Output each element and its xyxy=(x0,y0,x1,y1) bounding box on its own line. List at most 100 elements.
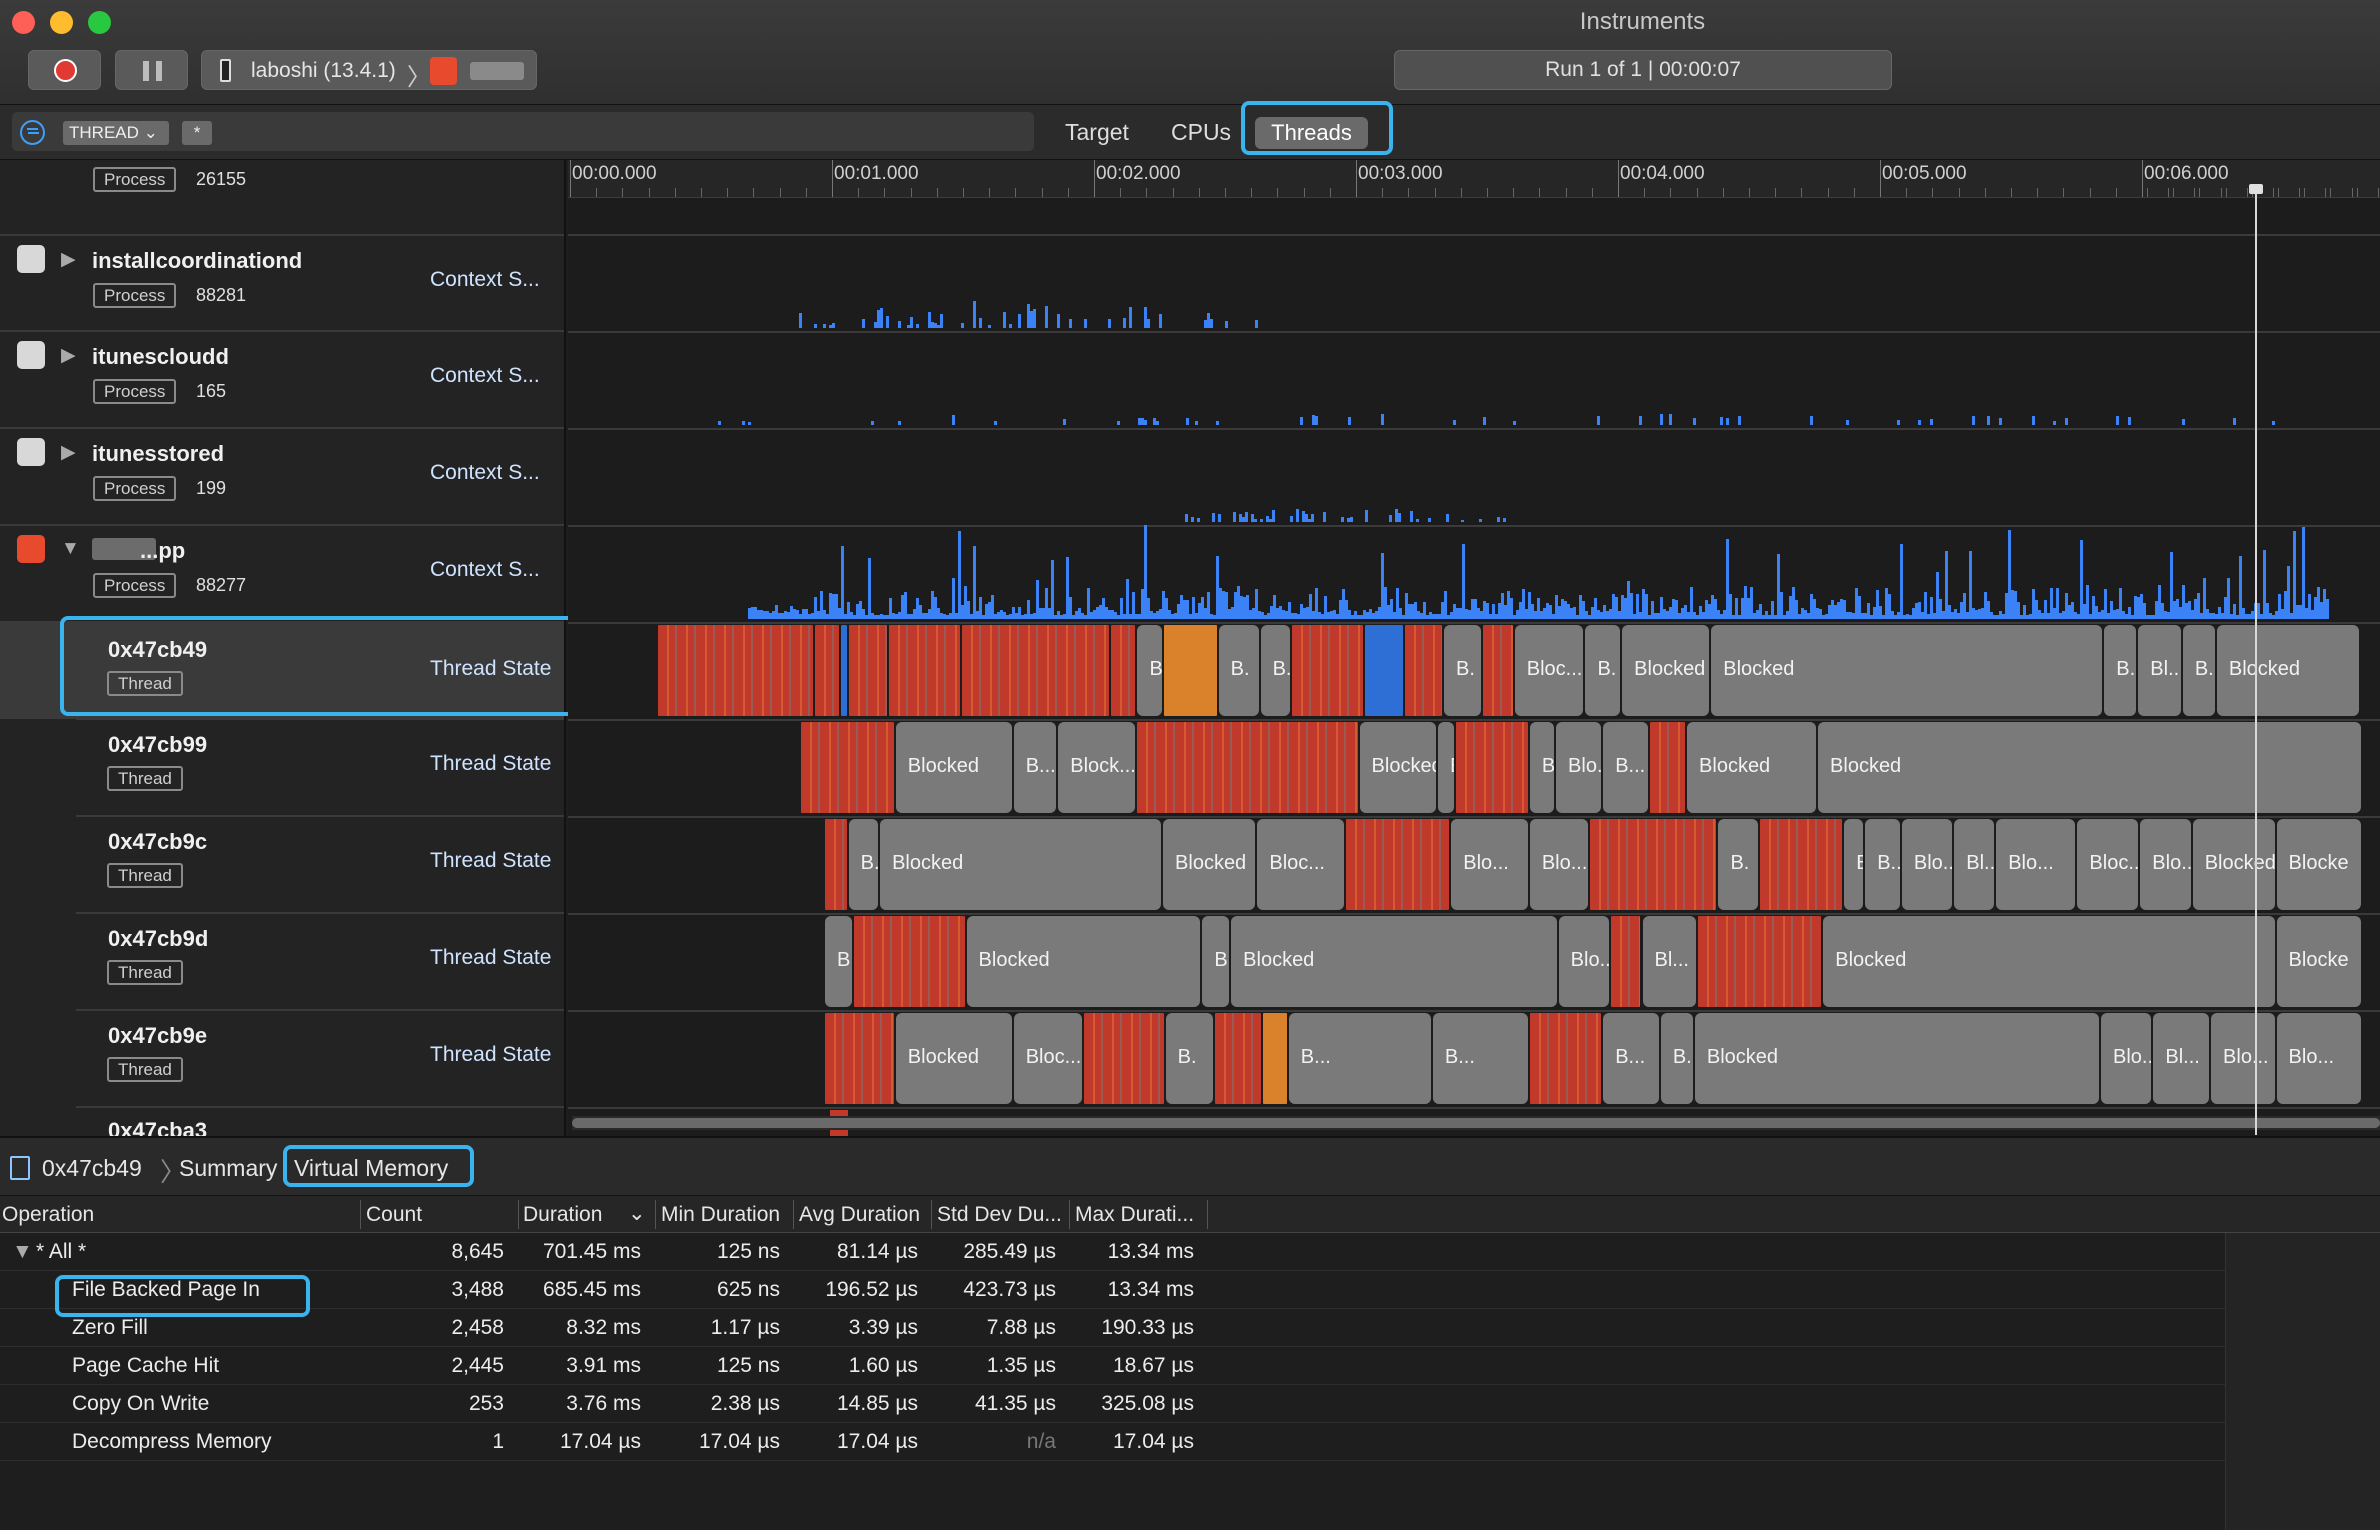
running-state-segment[interactable] xyxy=(1365,625,1403,716)
tab-cpus[interactable]: CPUs xyxy=(1171,119,1231,146)
time-ruler[interactable]: 00:00.000 00:01.000 00:02.000 00:03.000 00:0… xyxy=(568,160,2380,198)
blocked-state-segment[interactable]: Blocked xyxy=(1687,722,1817,813)
blocked-state-segment[interactable]: B... xyxy=(1013,722,1057,813)
running-state-segment[interactable] xyxy=(1346,819,1450,910)
track-row-thread-0x47cb9e[interactable]: 0x47cb9e Thread Thread State xyxy=(0,1011,564,1107)
blocked-state-segment[interactable]: Blo... xyxy=(1529,819,1589,910)
blocked-state-segment[interactable]: Bloc... xyxy=(1257,819,1345,910)
running-state-segment[interactable] xyxy=(1697,916,1822,1007)
tab-target[interactable]: Target xyxy=(1065,119,1129,146)
column-separator[interactable] xyxy=(655,1200,656,1229)
column-duration[interactable]: Duration xyxy=(523,1203,602,1227)
blocked-state-segment[interactable]: B. xyxy=(1444,625,1482,716)
running-state-segment[interactable] xyxy=(815,625,840,716)
track-row-thread-0x47cb9d[interactable]: 0x47cb9d Thread Thread State xyxy=(0,914,564,1010)
running-state-segment[interactable] xyxy=(1292,625,1364,716)
blocked-state-segment[interactable]: Blocked xyxy=(1359,722,1437,813)
column-separator[interactable] xyxy=(518,1200,519,1229)
table-row[interactable]: Decompress Memory 1 17.04 µs 17.04 µs 17.04 … xyxy=(0,1423,2225,1461)
running-state-segment[interactable] xyxy=(658,625,814,716)
blocked-state-segment[interactable]: Blo... xyxy=(1451,819,1528,910)
column-separator[interactable] xyxy=(1069,1200,1070,1229)
blocked-state-segment[interactable]: B... xyxy=(825,916,852,1007)
disclosure-expanded-icon[interactable]: ▼ xyxy=(61,538,80,560)
blocked-state-segment[interactable]: B... xyxy=(1288,1013,1431,1104)
blocked-state-segment[interactable]: Blocked xyxy=(2192,819,2275,910)
blocked-state-segment[interactable]: B. xyxy=(1718,819,1759,910)
column-separator[interactable] xyxy=(1207,1200,1208,1229)
thread-filter-value[interactable]: * xyxy=(182,121,212,145)
blocked-state-segment[interactable]: B. xyxy=(1137,625,1162,716)
blocked-state-segment[interactable]: Blocked xyxy=(2216,625,2359,716)
running-state-segment[interactable] xyxy=(1590,819,1717,910)
blocked-state-segment[interactable]: B. xyxy=(1660,1013,1693,1104)
running-state-segment[interactable] xyxy=(1084,1013,1164,1104)
column-operation[interactable]: Operation xyxy=(2,1203,94,1227)
blocked-state-segment[interactable]: Blocked xyxy=(1622,625,1710,716)
running-state-segment[interactable] xyxy=(1163,625,1217,716)
track-row-thread-0x47cb49[interactable]: 0x47cb49 Thread Thread State xyxy=(0,623,564,719)
disclosure-expanded-icon[interactable]: ▼ xyxy=(12,1240,33,1264)
column-std-dev[interactable]: Std Dev Du... xyxy=(937,1203,1062,1227)
playhead[interactable] xyxy=(2255,185,2257,1135)
column-separator[interactable] xyxy=(360,1200,361,1229)
blocked-state-segment[interactable]: Blocked xyxy=(895,722,1012,813)
pause-button[interactable] xyxy=(115,50,188,90)
blocked-state-segment[interactable]: Blo... xyxy=(2211,1013,2275,1104)
running-state-segment[interactable] xyxy=(1611,916,1641,1007)
running-state-segment[interactable] xyxy=(1111,625,1136,716)
blocked-state-segment[interactable]: Blo... xyxy=(1901,819,1953,910)
scrollbar-thumb[interactable] xyxy=(572,1118,2380,1128)
running-state-segment[interactable] xyxy=(825,819,847,910)
blocked-state-segment[interactable]: Bl... xyxy=(2153,1013,2210,1104)
minimize-window-button[interactable] xyxy=(50,11,73,34)
blocked-state-segment[interactable]: Bloc... xyxy=(1013,1013,1083,1104)
blocked-state-segment[interactable]: B... xyxy=(1603,722,1649,813)
running-state-segment[interactable] xyxy=(1483,625,1513,716)
blocked-state-segment[interactable]: Blocked xyxy=(1163,819,1256,910)
running-state-segment[interactable] xyxy=(841,625,848,716)
blocked-state-segment[interactable]: Bl... xyxy=(1642,916,1696,1007)
blocked-state-segment[interactable]: B. xyxy=(2182,625,2215,716)
blocked-state-segment[interactable]: B. xyxy=(2104,625,2137,716)
running-state-segment[interactable] xyxy=(1456,722,1528,813)
playhead-handle[interactable] xyxy=(2249,184,2263,194)
running-state-segment[interactable] xyxy=(1760,819,1843,910)
disclosure-triangle-icon[interactable]: ▶ xyxy=(61,344,76,367)
running-state-segment[interactable] xyxy=(825,1013,894,1104)
running-state-segment[interactable] xyxy=(1215,1013,1261,1104)
blocked-state-segment[interactable]: Blo... xyxy=(1996,819,2076,910)
blocked-state-segment[interactable]: Blo... xyxy=(2140,819,2191,910)
blocked-state-segment[interactable]: Blocked xyxy=(966,916,1201,1007)
blocked-state-segment[interactable]: Blocke xyxy=(2276,819,2361,910)
column-max-duration[interactable]: Max Durati... xyxy=(1075,1203,1194,1227)
blocked-state-segment[interactable]: Bloc... xyxy=(1514,625,1584,716)
blocked-state-segment[interactable]: Blocked xyxy=(1818,722,2361,813)
column-separator[interactable] xyxy=(793,1200,794,1229)
track-row-thread-0x47cb9c[interactable]: 0x47cb9c Thread Thread State xyxy=(0,817,564,913)
blocked-state-segment[interactable]: B. xyxy=(1529,722,1555,813)
column-min-duration[interactable]: Min Duration xyxy=(661,1203,780,1227)
table-row[interactable]: Zero Fill 2,458 8.32 ms 1.17 µs 3.39 µs 7.88 … xyxy=(0,1309,2225,1347)
close-window-button[interactable] xyxy=(12,11,35,34)
sort-descending-icon[interactable]: ⌄ xyxy=(628,1201,646,1226)
blocked-state-segment[interactable]: B. xyxy=(1218,625,1259,716)
zoom-window-button[interactable] xyxy=(88,11,111,34)
table-row[interactable]: File Backed Page In 3,488 685.45 ms 625 ns 1… xyxy=(0,1271,2225,1309)
run-status[interactable]: Run 1 of 1 | 00:00:07 xyxy=(1394,50,1892,90)
blocked-state-segment[interactable]: B... xyxy=(1603,1013,1659,1104)
blocked-state-segment[interactable]: B. xyxy=(1844,819,1864,910)
running-state-segment[interactable] xyxy=(1404,625,1442,716)
blocked-state-segment[interactable]: B. xyxy=(1165,1013,1214,1104)
running-state-segment[interactable] xyxy=(801,722,894,813)
track-row-thread-0x47cb99[interactable]: 0x47cb99 Thread Thread State xyxy=(0,720,564,816)
blocked-state-segment[interactable]: B... xyxy=(1865,819,1900,910)
blocked-state-segment[interactable]: Bl... xyxy=(1954,819,1995,910)
table-row[interactable]: ▼ * All * 8,645 701.45 ms 125 ns 81.14 µs 285.… xyxy=(0,1233,2225,1271)
blocked-state-segment[interactable]: Blo... xyxy=(1558,916,1610,1007)
column-separator[interactable] xyxy=(931,1200,932,1229)
blocked-state-segment[interactable]: B. xyxy=(1260,625,1291,716)
column-count[interactable]: Count xyxy=(366,1203,422,1227)
track-row-app[interactable]: ▼ ...pp Process 88277 Context S... xyxy=(0,526,564,622)
running-state-segment[interactable] xyxy=(853,916,965,1007)
